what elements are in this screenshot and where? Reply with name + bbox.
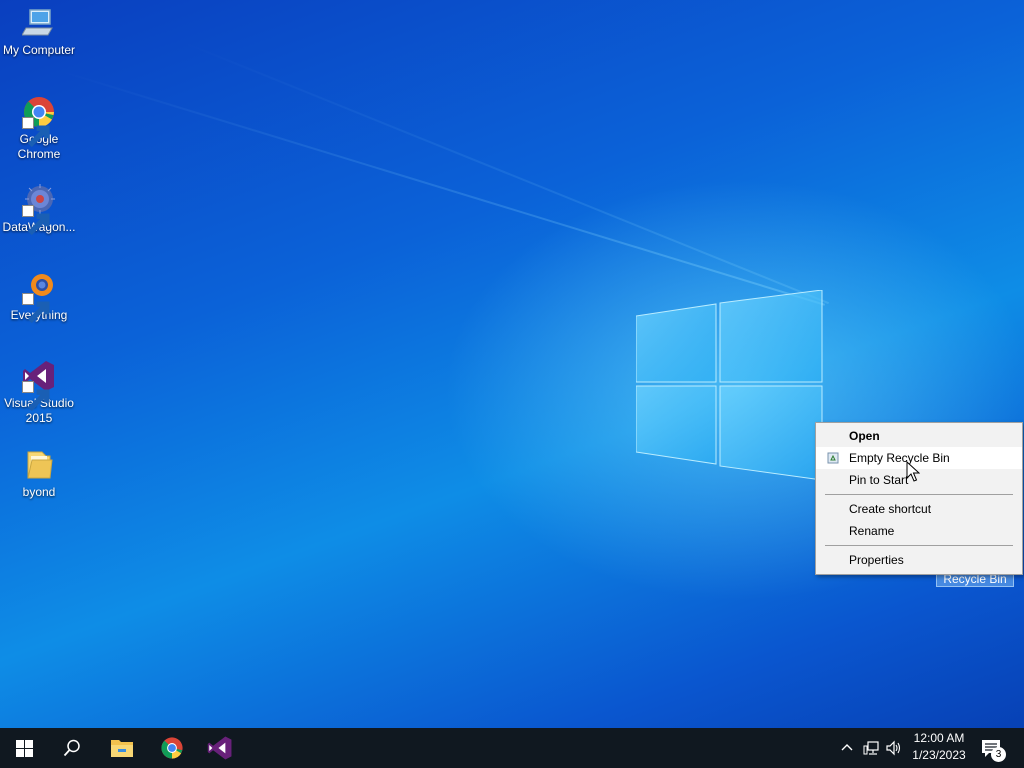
menu-item-label: Pin to Start [849, 473, 909, 487]
chrome-icon [161, 737, 183, 759]
shortcut-arrow-icon [22, 205, 50, 236]
menu-item-create-shortcut[interactable]: Create shortcut [816, 498, 1022, 520]
menu-item-rename[interactable]: Rename [816, 520, 1022, 542]
start-button[interactable] [0, 728, 48, 768]
desktop[interactable]: My Computer Google Chrome DataWagon... E… [0, 0, 1024, 728]
windows-logo-wallpaper [636, 290, 823, 480]
menu-item-label: Open [849, 429, 880, 443]
taskbar-file-explorer[interactable] [98, 728, 146, 768]
network-icon[interactable] [863, 740, 879, 756]
desktop-icon-label: byond [22, 485, 56, 499]
taskbar-chrome[interactable] [148, 728, 196, 768]
visual-studio-icon [207, 736, 232, 760]
shortcut-arrow-icon [22, 381, 50, 412]
menu-item-label: Rename [849, 524, 895, 538]
folder-icon [111, 740, 133, 757]
light-beam [59, 70, 826, 306]
light-beam [179, 40, 830, 305]
desktop-icon-label: My Computer [2, 43, 76, 57]
desktop-icon-datawagon[interactable]: DataWagon... [0, 183, 78, 236]
desktop-icon-visual-studio[interactable]: Visual Studio 2015 [0, 359, 78, 426]
menu-separator [825, 494, 1013, 495]
shortcut-arrow-icon [22, 293, 50, 324]
menu-separator [825, 545, 1013, 546]
clock-time: 12:00 AM [913, 731, 965, 745]
notification-count-badge: 3 [991, 747, 1006, 762]
folder-icon [27, 451, 53, 479]
taskbar: 12:00 AM 1/23/2023 3 [0, 728, 1024, 768]
menu-item-label: Create shortcut [849, 502, 932, 516]
context-menu: Open Empty Recycle Bin Pin to Start Crea… [815, 422, 1023, 575]
menu-item-label: Properties [849, 553, 904, 567]
windows-icon [15, 739, 33, 757]
recycle-bin-icon [827, 452, 839, 464]
shortcut-arrow-icon [22, 117, 50, 148]
system-clock[interactable]: 12:00 AM 1/23/2023 [906, 730, 972, 766]
volume-icon[interactable] [885, 740, 901, 756]
menu-item-properties[interactable]: Properties [816, 549, 1022, 571]
clock-date: 1/23/2023 [912, 748, 966, 762]
taskbar-visual-studio[interactable] [196, 728, 244, 768]
desktop-icon-my-computer[interactable]: My Computer [0, 6, 78, 58]
desktop-icon-google-chrome[interactable]: Google Chrome [0, 95, 78, 162]
menu-item-label: Empty Recycle Bin [849, 451, 950, 465]
search-icon [63, 739, 80, 757]
desktop-icon-byond[interactable]: byond [0, 448, 78, 500]
computer-icon [22, 9, 53, 36]
chevron-up-icon[interactable] [839, 740, 855, 756]
mouse-cursor-icon [906, 461, 920, 482]
menu-item-open[interactable]: Open [816, 425, 1022, 447]
desktop-icon-everything[interactable]: Everything [0, 271, 78, 324]
search-button[interactable] [48, 728, 96, 768]
